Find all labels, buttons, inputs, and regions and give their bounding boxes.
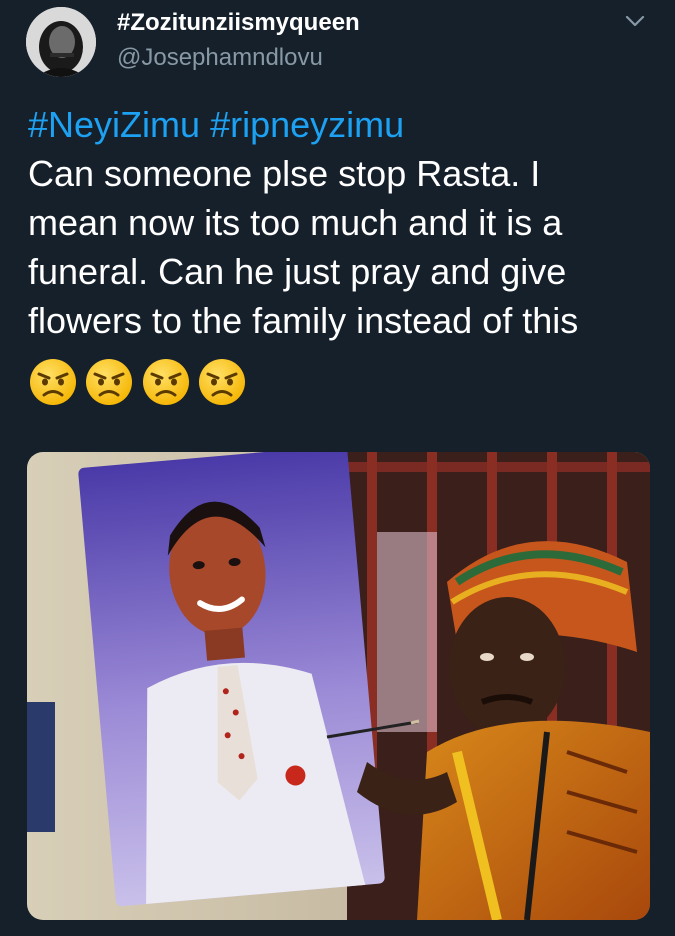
user-handle[interactable]: @Josephamndlovu <box>117 44 323 72</box>
tweet-text-line: flowers to the family instead of this <box>28 300 579 341</box>
angry-face-icon <box>197 357 247 412</box>
angry-face-icon <box>84 357 134 412</box>
hashtag-link[interactable]: #ripneyzimu <box>210 104 404 145</box>
photo-image <box>27 452 650 920</box>
hashtag-link[interactable]: #NeyiZimu <box>28 104 200 145</box>
tweet-text-line: mean now its too much and it is a <box>28 202 563 243</box>
display-name[interactable]: #Zozitunziismyqueen <box>117 9 360 37</box>
hashtag-line: #NeyiZimu #ripneyzimu <box>28 100 658 149</box>
chevron-down-icon[interactable] <box>622 10 648 32</box>
tweet-photo[interactable] <box>27 452 650 920</box>
tweet-card: #Zozitunziismyqueen @Josephamndlovu #Ney… <box>0 0 675 936</box>
avatar-image <box>26 7 96 77</box>
angry-face-icon <box>141 357 191 412</box>
avatar[interactable] <box>26 7 96 77</box>
tweet-text-line: funeral. Can he just pray and give <box>28 251 567 292</box>
angry-face-icon <box>28 357 78 412</box>
emoji-row <box>28 357 249 409</box>
tweet-text-line: Can someone plse stop Rasta. I <box>28 153 541 194</box>
tweet-text: #NeyiZimu #ripneyzimu Can someone plse s… <box>28 100 658 345</box>
